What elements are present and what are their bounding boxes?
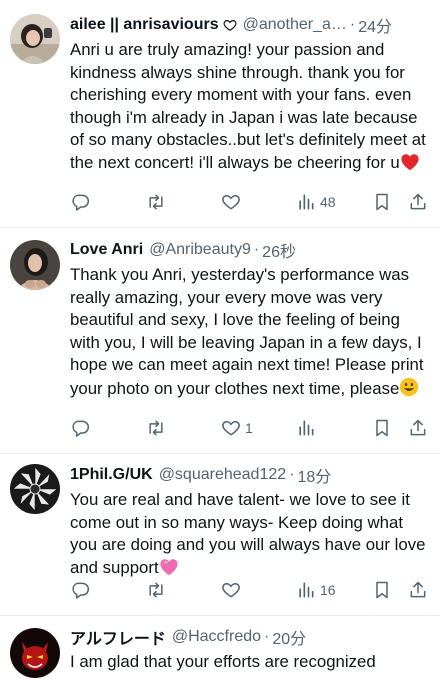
tweet-text: Anri u are truly amazing! your passion a… — [70, 39, 430, 178]
analytics-icon — [299, 420, 314, 436]
views-button[interactable]: 48 — [296, 190, 336, 214]
reply-button[interactable] — [70, 578, 90, 602]
tweet-text: Thank you Anri, yesterday's performance … — [70, 264, 430, 404]
author-name[interactable]: Love Anri — [70, 241, 143, 259]
bookmark-button[interactable] — [372, 416, 392, 440]
author-name[interactable]: 1Phil.G/UK — [70, 466, 153, 484]
smiley-emoji-icon — [399, 377, 419, 404]
tweet[interactable]: 1Phil.G/UK @squarehead122 · 18分 You are … — [0, 454, 440, 616]
heart-outline-icon — [223, 18, 237, 32]
avatar[interactable] — [10, 628, 60, 678]
tweet-text-content: Anri u are truly amazing! your passion a… — [70, 40, 426, 172]
author-handle[interactable]: @Anribeauty9 — [149, 241, 251, 259]
author-handle[interactable]: @squarehead122 — [159, 466, 286, 484]
reply-icon — [72, 194, 90, 211]
views-button[interactable]: 16 — [296, 578, 336, 602]
reply-icon — [72, 420, 90, 437]
separator-dot: · — [253, 241, 260, 258]
heart-icon — [222, 582, 240, 598]
analytics-icon — [299, 194, 314, 210]
tweet-text-content: Thank you Anri, yesterday's performance … — [70, 265, 424, 398]
like-button[interactable] — [221, 578, 245, 602]
reply-button[interactable] — [70, 416, 90, 440]
separator-dot: · — [264, 628, 270, 645]
reply-button[interactable] — [70, 190, 90, 214]
bookmark-icon — [376, 193, 388, 211]
tweet-text: I am glad that your efforts are recogniz… — [70, 651, 430, 674]
timestamp[interactable]: 26秒 — [262, 238, 296, 262]
heart-icon — [222, 420, 240, 436]
share-button[interactable] — [408, 190, 428, 214]
separator-dot: · — [289, 466, 295, 483]
avatar[interactable] — [10, 464, 60, 514]
retweet-icon — [149, 420, 163, 436]
like-button[interactable]: 1 — [221, 416, 253, 440]
retweet-button[interactable] — [146, 190, 166, 214]
tweet[interactable]: ailee || anrisaviours @another_a… · 24分 … — [0, 0, 440, 228]
avatar[interactable] — [10, 240, 60, 290]
author-handle[interactable]: @another_a… — [243, 16, 347, 34]
tweet[interactable]: アルフレード @Haccfredo · 20分 I am glad that y… — [0, 616, 440, 680]
heart-icon — [222, 194, 240, 210]
timestamp[interactable]: 20分 — [272, 625, 306, 649]
avatar[interactable] — [10, 14, 60, 64]
bookmark-button[interactable] — [372, 578, 392, 602]
reply-icon — [72, 582, 90, 599]
retweet-button[interactable] — [146, 416, 166, 440]
bookmark-icon — [376, 419, 388, 437]
retweet-icon — [149, 194, 163, 210]
author-name[interactable]: アルフレード — [70, 625, 166, 649]
share-icon — [410, 581, 426, 598]
author-handle[interactable]: @Haccfredo — [172, 628, 261, 646]
retweet-icon — [149, 582, 163, 598]
view-count: 48 — [320, 194, 336, 210]
analytics-icon — [299, 582, 314, 598]
share-button[interactable] — [408, 416, 428, 440]
retweet-button[interactable] — [146, 578, 166, 602]
timestamp[interactable]: 18分 — [297, 463, 331, 487]
views-button[interactable] — [296, 416, 320, 440]
tweet-text-content: You are real and have talent- we love to… — [70, 490, 426, 577]
share-icon — [410, 193, 426, 210]
red-heart-emoji-icon — [400, 153, 420, 178]
share-icon — [410, 419, 426, 436]
tweet-text-content: I am glad that your efforts are recogniz… — [70, 652, 376, 671]
tweet-text: You are real and have talent- we love to… — [70, 489, 430, 582]
tweet[interactable]: Love Anri @Anribeauty9 · 26秒 Thank you A… — [0, 228, 440, 454]
bookmark-icon — [376, 581, 388, 599]
timestamp[interactable]: 24分 — [358, 13, 392, 37]
share-button[interactable] — [408, 578, 428, 602]
bookmark-button[interactable] — [372, 190, 392, 214]
like-count: 1 — [245, 420, 253, 436]
author-name[interactable]: ailee || anrisaviours — [70, 16, 219, 34]
view-count: 16 — [320, 582, 336, 598]
like-button[interactable] — [221, 190, 245, 214]
separator-dot: · — [349, 16, 356, 33]
